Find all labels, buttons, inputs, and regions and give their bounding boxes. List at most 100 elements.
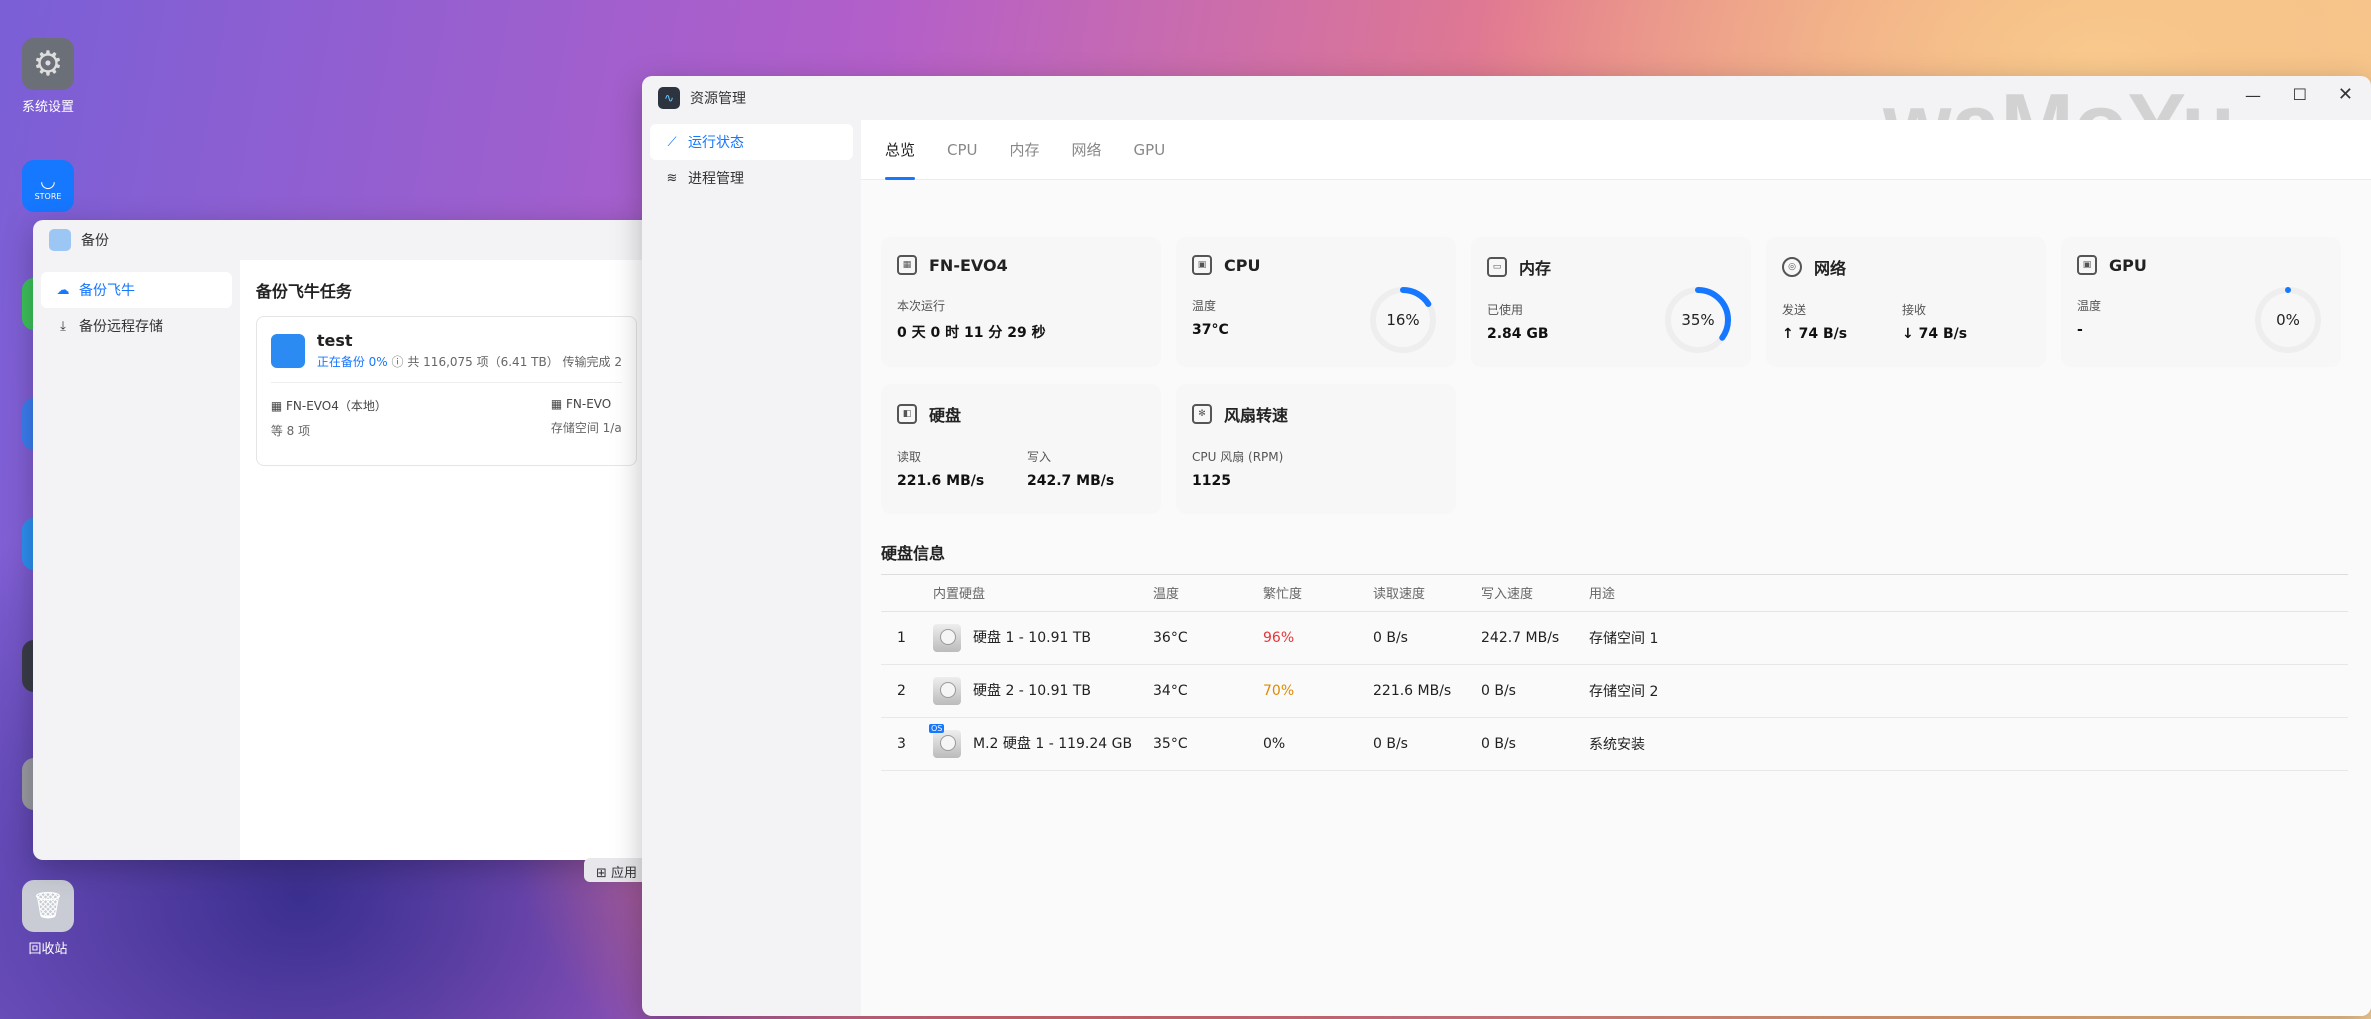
card-title: 内存 [1519,259,1552,278]
sidebar-item-backup-remote[interactable]: ⤓ 备份远程存储 [41,308,232,344]
cloud-icon: ☁ [56,282,70,298]
disk-write: 0 B/s [1481,717,1589,771]
task-transfer: 传输完成 2 [562,355,622,369]
tab-gpu[interactable]: GPU [1134,120,1166,180]
globe-icon: ◎ [1782,257,1802,277]
uptime-label: 本次运行 [897,299,946,313]
desktop-icon-app-center[interactable]: ◡ STORE [20,160,76,218]
card-title: 风扇转速 [1224,406,1289,425]
desktop-icon-label: 回收站 [28,942,68,957]
col-header: 用途 [1589,575,2348,612]
disk-read-label: 读取 [897,450,922,464]
disk-write: 242.7 MB/s [1481,611,1589,665]
disk-write: 0 B/s [1481,664,1589,718]
section-title: 硬盘信息 [881,540,2348,575]
trash-icon: 🗑 [22,880,74,932]
server-icon: ▦ [270,399,283,413]
res-main: 总览 CPU 内存 网络 GPU ▦ FN-EVO4 本次运行 0 天 0 时 1… [861,120,2371,1016]
table-row[interactable]: 2 硬盘 2 - 10.91 TB 34°C 70% 221.6 MB/s 0 … [881,664,2348,718]
tab-cpu[interactable]: CPU [947,120,978,180]
desktop-icon-settings[interactable]: ⚙ 系统设置 [20,38,76,115]
cpu-icon: ▣ [1192,255,1212,275]
card-title: CPU [1224,255,1261,275]
card-title: GPU [2109,255,2147,275]
res-tabs: 总览 CPU 内存 网络 GPU [861,120,2371,180]
disk-temp: 36°C [1153,611,1263,665]
server-icon: ▦ [897,255,917,275]
col-header: 读取速度 [1373,575,1481,612]
tab-memory[interactable]: 内存 [1010,120,1040,180]
disk-write-label: 写入 [1027,450,1052,464]
minimize-button[interactable]: — [2245,86,2261,105]
card-title: FN-EVO4 [929,255,1008,275]
gear-icon: ⚙ [22,38,74,90]
disk-use: 存储空间 2 [1589,664,2348,718]
desktop-icon-trash[interactable]: 🗑 回收站 [20,880,76,957]
card-gpu[interactable]: ▣ GPU 温度 - 0% [2061,237,2341,367]
disk-read: 221.6 MB/s [1373,664,1481,718]
backup-main: 备份飞牛任务 test 正在备份 0% ⓘ 共 116,075 项（6.41 T… [239,260,653,860]
cpu-percent: 16% [1386,311,1420,329]
col-header [881,575,933,612]
table-row[interactable]: 1 硬盘 1 - 10.91 TB 36°C 96% 0 B/s 242.7 M… [881,611,2348,665]
net-send-label: 发送 [1782,303,1807,317]
fan-value: 1125 [1192,473,1231,489]
uptime-value: 0 天 0 时 11 分 29 秒 [897,325,1046,341]
sidebar-item-label: 进程管理 [688,171,744,187]
monitor-app-icon: ∿ [658,87,680,109]
memory-icon: ▭ [1487,257,1507,277]
task-target: FN-EVO [566,397,612,411]
store-icon: ◡ STORE [22,160,74,212]
res-sidebar: ⟋ 运行状态 ≋ 进程管理 [642,120,861,1016]
tab-network[interactable]: 网络 [1072,120,1102,180]
sidebar-item-label: 备份飞牛 [79,283,135,299]
col-header: 繁忙度 [1263,575,1373,612]
task-target-sub: 存储空间 1/a [550,421,622,435]
disk-read: 0 B/s [1373,611,1481,665]
col-header: 内置硬盘 [933,575,1153,612]
row-index: 1 [881,611,933,665]
maximize-button[interactable]: ☐ [2293,85,2307,104]
task-status: 正在备份 0% [316,355,388,369]
task-source: FN-EVO4（本地） [286,399,387,413]
disk-table: 内置硬盘 温度 繁忙度 读取速度 写入速度 用途 1 硬盘 1 - 10.91 … [881,575,2348,771]
mem-percent: 35% [1681,311,1715,329]
hdd-icon [933,623,961,652]
disk-temp: 34°C [1153,664,1263,718]
sidebar-item-status[interactable]: ⟋ 运行状态 [650,124,853,160]
disk-write-value: 242.7 MB/s [1027,473,1115,489]
disk-temp: 35°C [1153,717,1263,771]
resource-manager-window: ∿ 资源管理 waMoYu — ☐ ✕ ⟋ 运行状态 ≋ 进程管理 总览 CPU 内… [642,76,2371,1016]
card-fan[interactable]: ✻ 风扇转速 CPU 风扇 (RPM) 1125 [1176,384,1456,514]
sidebar-item-process[interactable]: ≋ 进程管理 [650,160,853,196]
row-index: 2 [881,664,933,718]
card-cpu[interactable]: ▣ CPU 温度 37°C 16% [1176,237,1456,367]
sidebar-item-label: 备份远程存储 [79,319,163,335]
card-device[interactable]: ▦ FN-EVO4 本次运行 0 天 0 时 11 分 29 秒 [881,237,1161,367]
disk-name: M.2 硬盘 1 - 119.24 GB [973,735,1133,752]
col-header: 温度 [1153,575,1263,612]
card-disk[interactable]: ◧ 硬盘 读取 221.6 MB/s 写入 242.7 MB/s [881,384,1161,514]
tab-overview[interactable]: 总览 [885,120,916,180]
card-memory[interactable]: ▭ 内存 已使用 2.84 GB 35% [1471,237,1751,367]
disk-busy: 70% [1263,664,1373,718]
task-name: test [316,331,353,350]
ssd-icon: OS [929,723,961,758]
dock-label: 应用 [611,866,638,881]
fan-icon: ✻ [1192,404,1212,424]
backup-task-card[interactable]: test 正在备份 0% ⓘ 共 116,075 项（6.41 TB） 传输完成… [255,316,637,466]
disk-busy: 96% [1263,611,1373,665]
disk-read: 0 B/s [1373,717,1481,771]
table-row[interactable]: 3 OS M.2 硬盘 1 - 119.24 GB 35°C 0% 0 B/s 0… [881,717,2348,771]
backup-sidebar: ☁ 备份飞牛 ⤓ 备份远程存储 [33,260,240,860]
section-title: 备份飞牛任务 [255,282,352,301]
sidebar-item-backup-fn[interactable]: ☁ 备份飞牛 [41,272,232,308]
card-network[interactable]: ◎ 网络 发送 ↑ 74 B/s 接收 ↓ 74 B/s [1766,237,2046,367]
layers-icon: ≋ [666,170,678,186]
close-button[interactable]: ✕ [2338,84,2353,105]
server-icon: ▦ [550,397,563,411]
backup-titlebar: 备份 [33,220,653,260]
gpu-icon: ▣ [2077,255,2097,275]
task-more: 等 8 项 [270,424,311,438]
card-title: 硬盘 [929,406,962,425]
